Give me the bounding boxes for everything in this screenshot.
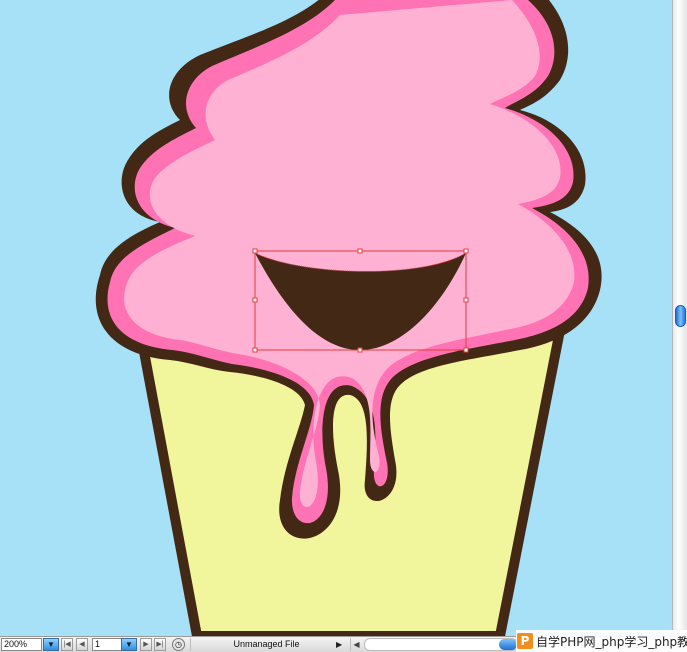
vertical-scrollbar[interactable] xyxy=(672,0,687,636)
artboard-canvas[interactable] xyxy=(0,0,672,636)
watermark-text: 自学PHP网_php学习_php教 xyxy=(536,634,687,649)
page-dropdown-button[interactable]: ▼ xyxy=(121,638,137,651)
selection-handle[interactable] xyxy=(463,297,469,303)
selection-handle[interactable] xyxy=(252,248,258,254)
first-page-button[interactable]: |◀ xyxy=(61,638,73,651)
selection-handle[interactable] xyxy=(357,248,363,254)
zoom-level-field[interactable]: 200% xyxy=(1,638,42,651)
previous-page-button[interactable]: ◀ xyxy=(76,638,88,651)
watermark: P 自学PHP网_php学习_php教 xyxy=(516,630,687,652)
selection-handle[interactable] xyxy=(357,347,363,353)
status-text: Unmanaged File xyxy=(190,638,342,651)
status-menu-arrow-icon[interactable]: ▶ xyxy=(336,638,346,651)
watermark-logo-icon: P xyxy=(517,633,533,649)
selection-handle[interactable] xyxy=(252,297,258,303)
selection-handle[interactable] xyxy=(463,248,469,254)
next-page-button[interactable]: ▶ xyxy=(140,638,152,651)
selection-handle[interactable] xyxy=(252,347,258,353)
status-clock-icon[interactable]: ◷ xyxy=(172,638,185,651)
vertical-scroll-thumb[interactable] xyxy=(675,305,686,327)
last-page-button[interactable]: ▶| xyxy=(154,638,166,651)
horizontal-scroll-thumb[interactable] xyxy=(499,639,517,650)
zoom-dropdown-button[interactable]: ▼ xyxy=(43,638,59,651)
icecream-illustration xyxy=(95,0,602,636)
scroll-left-button[interactable]: ◀ xyxy=(350,638,362,651)
selection-handle[interactable] xyxy=(463,347,469,353)
page-number-field[interactable]: 1 xyxy=(92,638,122,651)
horizontal-scrollbar[interactable] xyxy=(364,638,518,651)
